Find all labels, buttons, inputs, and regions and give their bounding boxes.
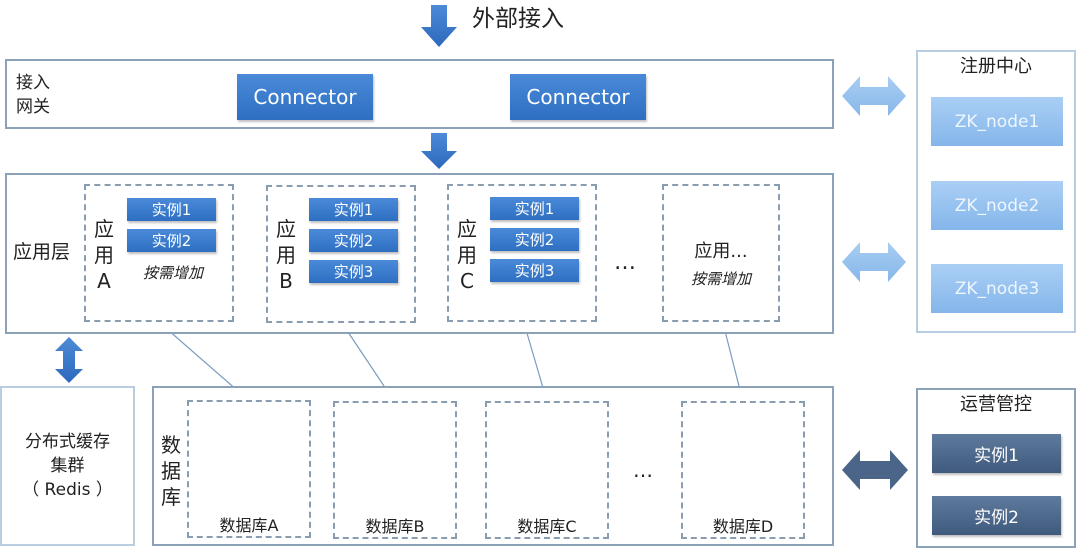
cache-label-line3: （ Redis ）: [22, 480, 113, 500]
app-c-name-line: 用: [457, 243, 477, 267]
app-a-name-line: A: [97, 269, 111, 293]
app-b-name-line: B: [279, 269, 293, 293]
gateway-label: 接入 网关: [16, 71, 50, 119]
zk-node-3[interactable]: ZK_node3: [931, 264, 1063, 313]
zk-node-2[interactable]: ZK_node2: [931, 181, 1063, 230]
app-registry-arrow-icon: [842, 242, 906, 282]
app-c-instance-1[interactable]: 实例1: [490, 197, 579, 220]
app-a-name: 应 用 A: [93, 216, 115, 294]
app-c-name-line: 应: [457, 217, 477, 241]
ops-instance-1[interactable]: 实例1: [932, 434, 1061, 473]
app-b-name-line: 用: [276, 243, 296, 267]
app-a-instance-1[interactable]: 实例1: [127, 198, 216, 221]
db-a-label: 数据库A: [219, 516, 279, 535]
app-cache-arrow-icon: [55, 337, 83, 383]
cache-label-line1: 分布式缓存: [25, 432, 110, 452]
database-label-line: 库: [161, 485, 181, 509]
database-label-line: 据: [161, 459, 181, 483]
ops-instance-2[interactable]: 实例2: [932, 496, 1061, 535]
gateway-registry-arrow-icon: [842, 76, 906, 116]
db-ops-arrow-icon: [842, 450, 908, 490]
database-label-line: 数: [161, 433, 181, 457]
gateway-label-line1: 接入: [16, 73, 50, 93]
app-a-name-line: 应: [94, 217, 114, 241]
app-a-scale-note: 按需增加: [143, 264, 204, 282]
connector-1[interactable]: Connector: [237, 74, 373, 120]
database-label: 数 据 库: [160, 432, 182, 510]
cache-label-line2: 集群: [50, 456, 85, 476]
app-b-instance-1[interactable]: 实例1: [309, 198, 398, 221]
gateway-label-line2: 网关: [16, 97, 50, 117]
db-ellipsis: …: [633, 458, 654, 482]
zk-node-1[interactable]: ZK_node1: [931, 97, 1063, 146]
app-b-name-line: 应: [276, 217, 296, 241]
app-more-label: 应用...: [694, 241, 748, 262]
gateway-panel: [5, 59, 834, 129]
app-layer-label: 应用层: [13, 241, 71, 263]
external-access-label: 外部接入: [472, 6, 564, 32]
registry-title: 注册中心: [960, 56, 1032, 77]
cache-label: 分布式缓存 集群 （ Redis ）: [0, 430, 135, 502]
app-more-scale-note: 按需增加: [690, 270, 751, 288]
app-c-instance-2[interactable]: 实例2: [490, 228, 579, 251]
app-a-instance-2[interactable]: 实例2: [127, 229, 216, 252]
connector-2[interactable]: Connector: [510, 74, 646, 120]
gateway-to-app-arrow-icon: [421, 133, 457, 169]
app-b-instance-3[interactable]: 实例3: [309, 260, 398, 283]
app-ellipsis: …: [614, 250, 637, 275]
ops-title: 运营管控: [960, 394, 1032, 415]
app-a-name-line: 用: [94, 243, 114, 267]
app-c-instance-3[interactable]: 实例3: [490, 259, 579, 282]
db-c-label: 数据库C: [517, 517, 577, 536]
app-c-name-line: C: [460, 269, 474, 293]
app-b-instance-2[interactable]: 实例2: [309, 229, 398, 252]
external-arrow-down-icon: [421, 5, 457, 47]
app-c-name: 应 用 C: [456, 216, 478, 294]
db-d-label: 数据库D: [712, 517, 774, 536]
db-b-label: 数据库B: [365, 517, 425, 536]
app-b-name: 应 用 B: [275, 216, 297, 294]
